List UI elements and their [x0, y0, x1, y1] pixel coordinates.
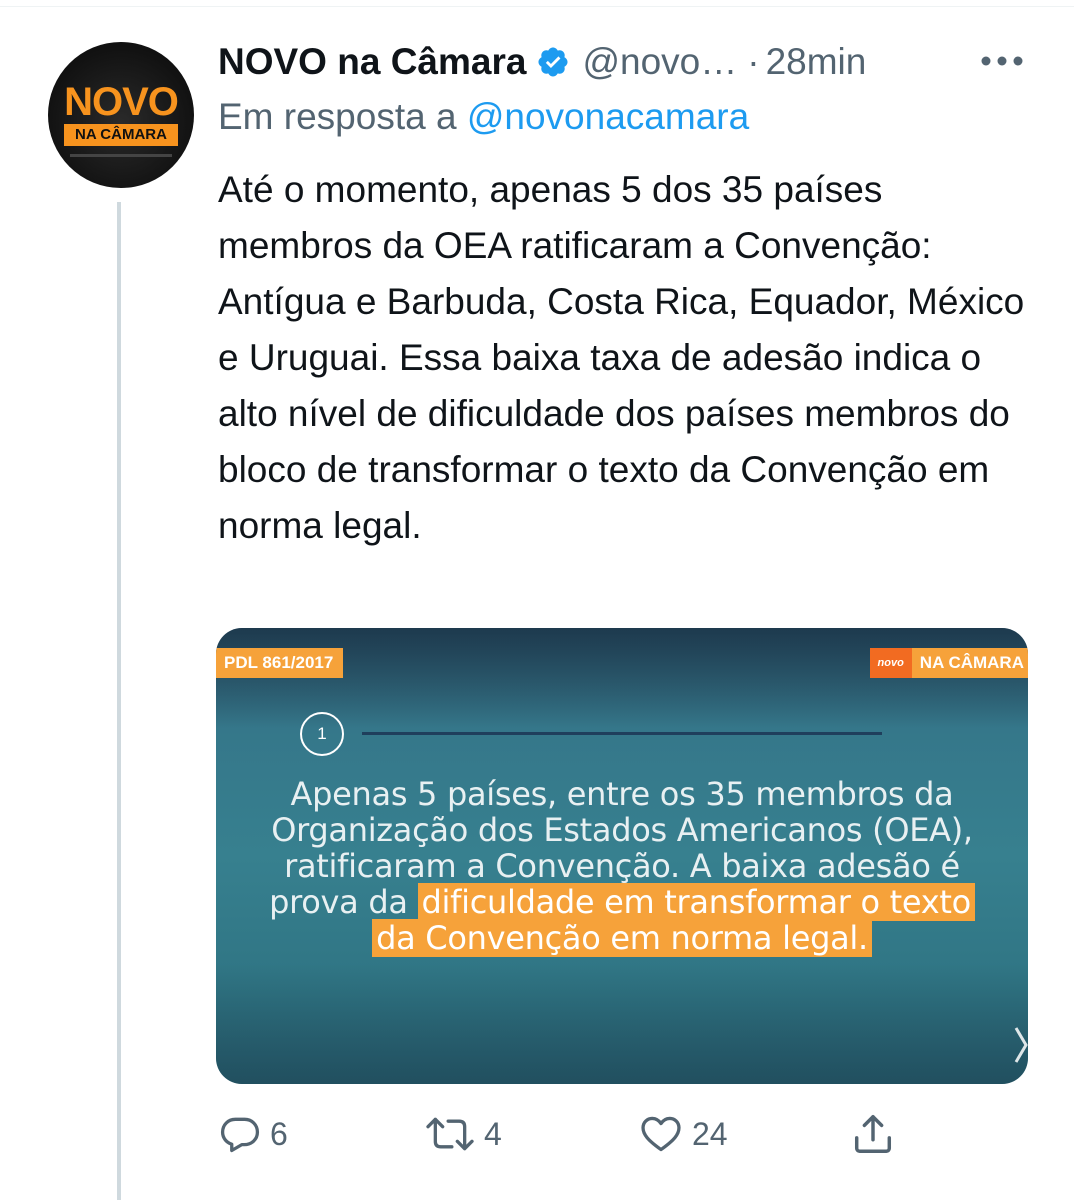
avatar-logo-na-camara: NA CÂMARA: [64, 124, 178, 146]
media-text-plain: prova da: [269, 883, 408, 921]
retweet-icon: [424, 1112, 476, 1156]
reply-context-prefix: Em resposta a: [218, 96, 457, 137]
media-background-shade: [216, 964, 1028, 1084]
media-brand-na-camara: NA CÂMARA: [911, 648, 1028, 678]
media-brand-novo: novo: [869, 648, 912, 678]
like-button[interactable]: 24: [638, 1108, 728, 1160]
tweet-text: Até o momento, apenas 5 dos 35 países me…: [218, 169, 1025, 546]
media-step-number: 1: [300, 712, 344, 756]
reply-icon: [218, 1112, 262, 1156]
top-divider: [0, 6, 1074, 7]
author-handle[interactable]: @novo…: [582, 41, 737, 83]
media-step-rule: [362, 732, 882, 735]
like-count: 24: [692, 1115, 728, 1152]
media-brand-tag: novo NA CÂMARA: [869, 648, 1028, 678]
author-display-name[interactable]: NOVO na Câmara: [218, 41, 526, 83]
share-button[interactable]: [850, 1108, 896, 1160]
media-text-line: ratificaram a Convenção. A baixa adesão …: [284, 847, 960, 885]
reply-context: Em resposta a @novonacamara: [218, 96, 749, 138]
like-icon: [638, 1112, 684, 1156]
tweet-actions-bar: 6 4 24: [0, 1108, 1074, 1160]
timestamp[interactable]: 28min: [766, 41, 867, 83]
media-tag-pdl: PDL 861/2017: [216, 648, 344, 678]
more-icon[interactable]: [980, 54, 1024, 66]
media-text-line: prova da dificuldade em transformar o te…: [216, 883, 1028, 921]
avatar-stage: [70, 154, 172, 157]
media-text-line: da Convenção em norma legal.: [216, 919, 1028, 957]
verified-icon: [536, 45, 570, 79]
media-text-highlight: da Convenção em norma legal.: [372, 919, 872, 957]
tweet-header: NOVO na Câmara @novo… · 28min: [218, 38, 866, 86]
reply-mention-link[interactable]: @novonacamara: [467, 96, 749, 137]
media-background-crowd: [216, 628, 1028, 728]
next-arrow-icon[interactable]: [1014, 1026, 1028, 1064]
share-icon: [850, 1111, 896, 1157]
reply-count: 6: [270, 1115, 288, 1152]
avatar[interactable]: NOVO NA CÂMARA: [48, 42, 194, 188]
thread-connector-line: [117, 202, 121, 1200]
tweet-media-image[interactable]: PDL 861/2017 novo NA CÂMARA 1 Apenas 5 p…: [216, 628, 1028, 1084]
retweet-count: 4: [484, 1115, 502, 1152]
media-text-line: Apenas 5 países, entre os 35 membros da: [290, 775, 954, 813]
media-text-highlight: dificuldade em transformar o texto: [417, 883, 975, 921]
separator-dot: ·: [747, 41, 760, 82]
retweet-button[interactable]: 4: [424, 1108, 502, 1160]
avatar-logo-novo: NOVO: [64, 80, 179, 124]
reply-button[interactable]: 6: [218, 1108, 288, 1160]
media-text-line: Organização dos Estados Americanos (OEA)…: [271, 811, 973, 849]
